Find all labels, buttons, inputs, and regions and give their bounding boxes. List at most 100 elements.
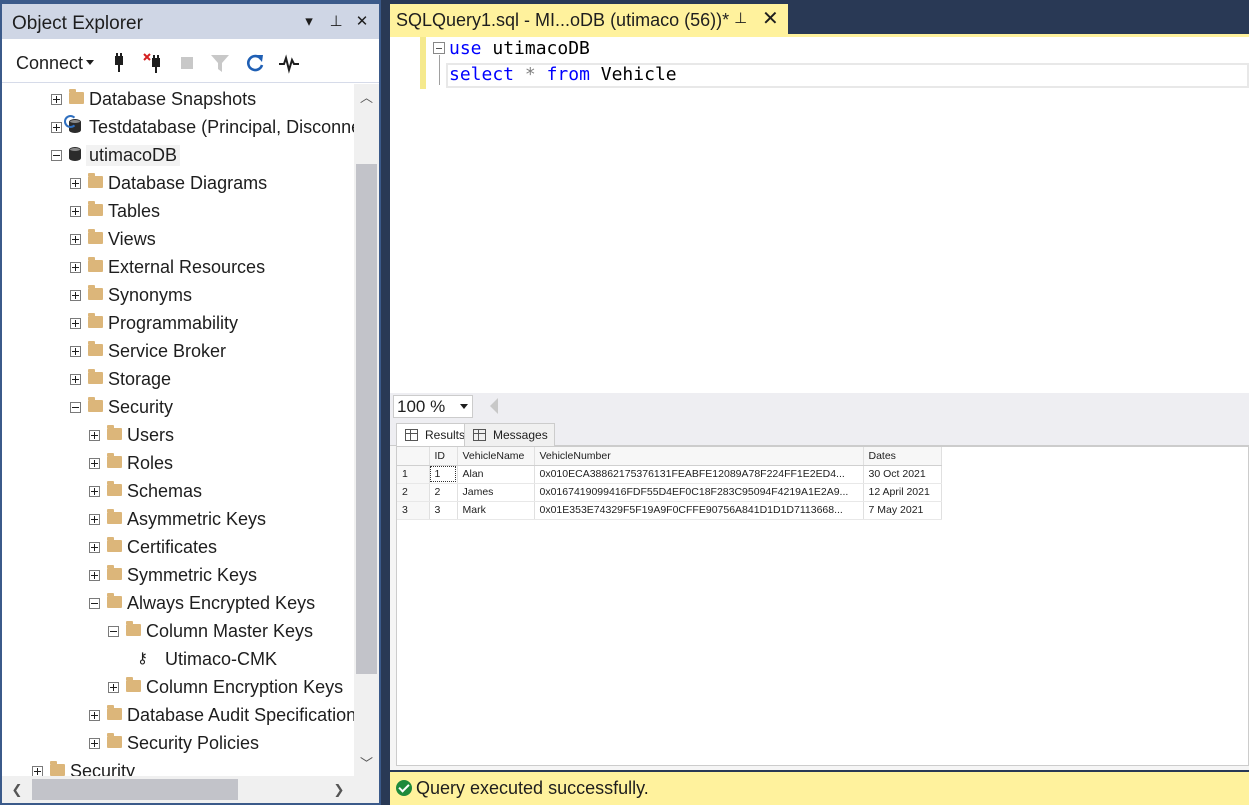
activity-monitor-icon[interactable]: [278, 52, 300, 74]
results-grid-area[interactable]: ID VehicleName VehicleNumber Dates 1 1 Ala…: [396, 446, 1249, 766]
expand-icon[interactable]: [89, 486, 100, 497]
collapse-icon[interactable]: [70, 402, 81, 413]
close-tab-icon[interactable]: ✕: [762, 6, 779, 31]
tree-node[interactable]: Service Broker: [2, 338, 354, 366]
tree-node[interactable]: Always Encrypted Keys: [2, 590, 354, 618]
scroll-left-icon[interactable]: ❮: [6, 776, 28, 803]
tree-node[interactable]: Storage: [2, 366, 354, 394]
expand-icon[interactable]: [70, 290, 81, 301]
tree-node[interactable]: Tables: [2, 198, 354, 226]
window-position-dropdown-icon[interactable]: ▾: [298, 11, 320, 33]
pin-tab-icon[interactable]: ⊥: [734, 9, 747, 27]
row-number[interactable]: 1: [397, 465, 430, 484]
scroll-left-icon[interactable]: [490, 398, 498, 414]
scroll-down-icon[interactable]: ﹀: [354, 754, 379, 774]
expand-icon[interactable]: [89, 570, 100, 581]
tab-messages[interactable]: Messages: [464, 423, 555, 446]
tree-node[interactable]: Synonyms: [2, 282, 354, 310]
tree-node[interactable]: Users: [2, 422, 354, 450]
tree-node[interactable]: Security Policies: [2, 730, 354, 758]
tree-node[interactable]: Asymmetric Keys: [2, 506, 354, 534]
expand-icon[interactable]: [70, 206, 81, 217]
tree-node[interactable]: Database Snapshots: [2, 86, 354, 114]
tree-node[interactable]: Security: [2, 394, 354, 422]
column-header[interactable]: ID: [429, 447, 458, 466]
tree-vertical-scrollbar[interactable]: ︿ ﹀: [354, 84, 379, 776]
grid-cell[interactable]: 0x01E353E74329F5F19A9F0CFFE90756A841D1D1…: [534, 501, 864, 520]
expand-icon[interactable]: [89, 430, 100, 441]
grid-cell[interactable]: 0x010ECA38862175376131FEABFE12089A78F224…: [534, 465, 864, 484]
code-fold-collapse-icon[interactable]: [433, 42, 445, 54]
expand-icon[interactable]: [89, 738, 100, 749]
expand-icon[interactable]: [70, 346, 81, 357]
expand-icon[interactable]: [32, 766, 43, 776]
tree-node[interactable]: ⚷ Utimaco-CMK: [2, 646, 354, 674]
tree-node[interactable]: Database Diagrams: [2, 170, 354, 198]
expand-icon[interactable]: [89, 710, 100, 721]
connect-dropdown-icon[interactable]: [86, 60, 94, 65]
horizontal-scroll-thumb[interactable]: [32, 779, 238, 800]
query-editor[interactable]: use utimacoDB select * from Vehicle: [390, 37, 1249, 393]
expand-icon[interactable]: [51, 94, 62, 105]
grid-cell[interactable]: 1: [429, 465, 458, 484]
tree-node[interactable]: Symmetric Keys: [2, 562, 354, 590]
filter-icon[interactable]: [209, 52, 231, 74]
expand-icon[interactable]: [108, 682, 119, 693]
grid-cell[interactable]: Alan: [457, 465, 535, 484]
collapse-icon[interactable]: [89, 598, 100, 609]
tab-results[interactable]: Results: [396, 423, 473, 446]
code-line[interactable]: select * from Vehicle: [449, 64, 677, 85]
expand-icon[interactable]: [89, 458, 100, 469]
grid-cell[interactable]: 0x0167419099416FDF55D4EF0C18F283C95094F4…: [534, 483, 864, 502]
tree-node[interactable]: Schemas: [2, 478, 354, 506]
row-number[interactable]: 3: [397, 501, 430, 520]
expand-icon[interactable]: [51, 122, 62, 133]
table-row[interactable]: 3 3 Mark 0x01E353E74329F5F19A9F0CFFE90756A8…: [397, 501, 942, 520]
query-tab-title[interactable]: SQLQuery1.sql - MI...oDB (utimaco (56))*: [396, 10, 729, 31]
stop-icon[interactable]: [176, 52, 198, 74]
row-number[interactable]: 2: [397, 483, 430, 502]
expand-icon[interactable]: [70, 262, 81, 273]
tree-node[interactable]: utimacoDB: [2, 142, 354, 170]
expand-icon[interactable]: [70, 374, 81, 385]
grid-cell[interactable]: James: [457, 483, 535, 502]
collapse-icon[interactable]: [108, 626, 119, 637]
column-header[interactable]: VehicleName: [457, 447, 535, 466]
tree-node[interactable]: Programmability: [2, 310, 354, 338]
tree-node[interactable]: External Resources: [2, 254, 354, 282]
grid-cell[interactable]: 7 May 2021: [863, 501, 942, 520]
collapse-icon[interactable]: [51, 150, 62, 161]
tree-horizontal-scrollbar[interactable]: ❮ ❯: [2, 776, 379, 803]
tree-node[interactable]: Column Encryption Keys: [2, 674, 354, 702]
disconnect-icon[interactable]: [143, 52, 165, 74]
grid-cell[interactable]: Mark: [457, 501, 535, 520]
row-number-header[interactable]: [397, 447, 430, 466]
grid-cell[interactable]: 12 April 2021: [863, 483, 942, 502]
expand-icon[interactable]: [89, 542, 100, 553]
tree-node[interactable]: Security: [2, 758, 354, 776]
tree-node[interactable]: Testdatabase (Principal, Disconnected): [2, 114, 354, 142]
zoom-dropdown-icon[interactable]: [456, 395, 473, 418]
tree-node[interactable]: Column Master Keys: [2, 618, 354, 646]
close-icon[interactable]: ✕: [351, 11, 373, 33]
table-row[interactable]: 2 2 James 0x0167419099416FDF55D4EF0C18F283C…: [397, 483, 942, 502]
tree-node[interactable]: Certificates: [2, 534, 354, 562]
code-line[interactable]: use utimacoDB: [449, 38, 590, 59]
expand-icon[interactable]: [70, 234, 81, 245]
scroll-right-icon[interactable]: ❯: [328, 776, 350, 803]
scroll-up-icon[interactable]: ︿: [354, 88, 379, 108]
auto-hide-pin-icon[interactable]: ⊥: [325, 11, 347, 33]
connect-button[interactable]: Connect: [16, 53, 83, 74]
refresh-icon[interactable]: [244, 52, 266, 74]
grid-cell[interactable]: 3: [429, 501, 458, 520]
expand-icon[interactable]: [70, 318, 81, 329]
expand-icon[interactable]: [70, 178, 81, 189]
connect-plug-icon[interactable]: [108, 52, 130, 74]
expand-icon[interactable]: [89, 514, 100, 525]
results-grid[interactable]: ID VehicleName VehicleNumber Dates 1 1 Ala…: [397, 447, 942, 520]
tree-node[interactable]: Views: [2, 226, 354, 254]
grid-cell[interactable]: 2: [429, 483, 458, 502]
table-row[interactable]: 1 1 Alan 0x010ECA38862175376131FEABFE12089A…: [397, 465, 942, 484]
query-document-tab[interactable]: SQLQuery1.sql - MI...oDB (utimaco (56))*…: [390, 4, 788, 34]
grid-cell[interactable]: 30 Oct 2021: [863, 465, 942, 484]
